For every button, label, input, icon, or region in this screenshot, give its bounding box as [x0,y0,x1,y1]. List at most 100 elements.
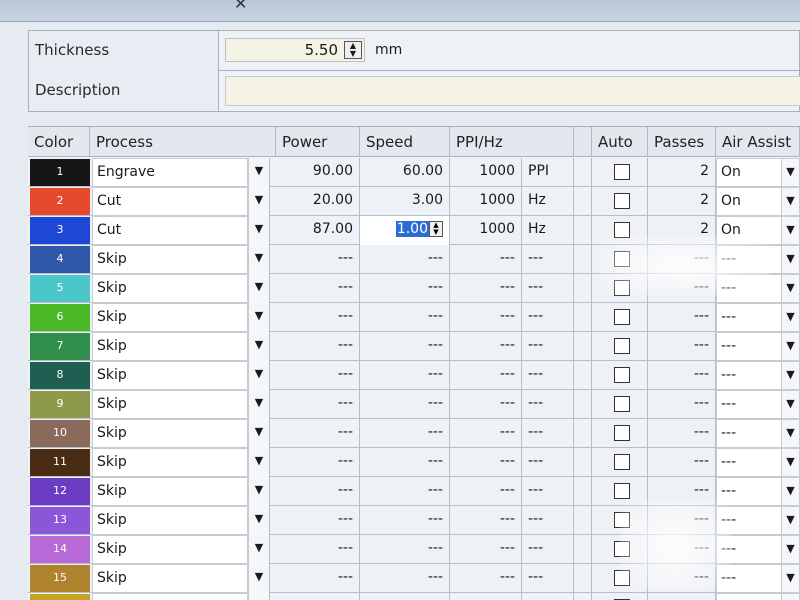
table-row[interactable]: 9 Skip ▼ --- --- --- --- --- --- ▼ [28,390,800,419]
process-select[interactable]: Skip [92,593,248,600]
passes-cell[interactable]: --- [648,419,716,448]
passes-cell[interactable]: --- [648,564,716,593]
layer-color-swatch[interactable]: 15 [30,565,90,592]
speed-cell[interactable]: 60.00 [360,158,450,187]
speed-cell[interactable]: 1.00 ▲ ▼ [360,216,450,245]
table-row[interactable]: 15 Skip ▼ --- --- --- --- --- --- ▼ [28,564,800,593]
thickness-spinner-icon[interactable]: ▲ ▼ [344,41,362,59]
passes-cell[interactable]: --- [648,448,716,477]
header-speed[interactable]: Speed [360,127,450,157]
auto-checkbox[interactable] [614,309,630,325]
chevron-down-icon[interactable]: ▼ [248,303,270,332]
chevron-down-icon[interactable]: ▼ [248,535,270,564]
power-cell[interactable]: 87.00 [276,216,360,245]
air-assist-select[interactable]: --- ▼ [716,448,800,477]
chevron-down-icon[interactable]: ▼ [248,158,270,187]
header-color[interactable]: Color [28,127,90,157]
air-assist-select[interactable]: On ▼ [716,216,800,245]
air-assist-select[interactable]: --- ▼ [716,361,800,390]
table-row[interactable]: 10 Skip ▼ --- --- --- --- --- --- ▼ [28,419,800,448]
thickness-input[interactable]: 5.50 ▲ ▼ [225,38,365,62]
chevron-down-icon[interactable]: ▼ [781,507,799,534]
table-row[interactable]: 1 Engrave ▼ 90.00 60.00 1000 PPI 2 On ▼ [28,158,800,187]
chevron-down-icon[interactable]: ▼ [248,390,270,419]
process-select[interactable]: Skip [92,564,248,593]
chevron-down-icon[interactable]: ▼ [781,391,799,418]
speed-edit-value[interactable]: 1.00 [395,221,429,237]
speed-cell[interactable]: --- [360,332,450,361]
passes-cell[interactable]: --- [648,593,716,600]
power-cell[interactable]: 90.00 [276,158,360,187]
speed-cell[interactable]: --- [360,506,450,535]
power-cell[interactable]: --- [276,274,360,303]
process-select[interactable]: Skip [92,448,248,477]
chevron-down-icon[interactable]: ▼ [248,216,270,245]
chevron-down-icon[interactable]: ▼ [248,245,270,274]
chevron-down-icon[interactable]: ▼ [248,593,270,600]
air-assist-select[interactable]: --- ▼ [716,535,800,564]
auto-checkbox[interactable] [614,541,630,557]
air-assist-select[interactable]: --- ▼ [716,274,800,303]
power-cell[interactable]: --- [276,564,360,593]
process-select[interactable]: Cut [92,187,248,216]
process-select[interactable]: Engrave [92,158,248,187]
process-select[interactable]: Skip [92,390,248,419]
power-cell[interactable]: --- [276,448,360,477]
description-input[interactable] [225,76,800,106]
table-row[interactable]: 13 Skip ▼ --- --- --- --- --- --- ▼ [28,506,800,535]
close-icon[interactable]: ✕ [234,0,247,13]
ppi-cell[interactable]: --- [450,361,522,390]
ppi-unit-cell[interactable]: --- [522,390,574,419]
power-cell[interactable]: --- [276,361,360,390]
header-air-assist[interactable]: Air Assist [716,127,800,157]
ppi-unit-cell[interactable]: --- [522,274,574,303]
power-cell[interactable]: 20.00 [276,187,360,216]
table-row[interactable]: 11 Skip ▼ --- --- --- --- --- --- ▼ [28,448,800,477]
ppi-unit-cell[interactable]: --- [522,506,574,535]
ppi-unit-cell[interactable]: --- [522,419,574,448]
table-row[interactable]: 14 Skip ▼ --- --- --- --- --- --- ▼ [28,535,800,564]
chevron-down-icon[interactable]: ▼ [781,536,799,563]
speed-cell[interactable]: --- [360,274,450,303]
header-ppi[interactable]: PPI/Hz [450,127,574,157]
process-select[interactable]: Skip [92,245,248,274]
passes-cell[interactable]: 2 [648,216,716,245]
chevron-down-icon[interactable]: ▼ [248,506,270,535]
power-cell[interactable]: --- [276,332,360,361]
chevron-down-icon[interactable]: ▼ [781,565,799,592]
chevron-down-icon[interactable]: ▼ [781,594,799,600]
layer-color-swatch[interactable]: 6 [30,304,90,331]
speed-cell[interactable]: --- [360,535,450,564]
chevron-down-icon[interactable]: ▼ [781,188,799,215]
process-select[interactable]: Skip [92,332,248,361]
passes-cell[interactable]: --- [648,303,716,332]
ppi-unit-cell[interactable]: Hz [522,216,574,245]
table-row[interactable]: 12 Skip ▼ --- --- --- --- --- --- ▼ [28,477,800,506]
air-assist-select[interactable]: --- ▼ [716,245,800,274]
process-select[interactable]: Skip [92,506,248,535]
auto-checkbox[interactable] [614,222,630,238]
layer-color-swatch[interactable]: 11 [30,449,90,476]
ppi-unit-cell[interactable]: Hz [522,187,574,216]
chevron-down-icon[interactable]: ▼ [781,420,799,447]
ppi-cell[interactable]: --- [450,593,522,600]
passes-cell[interactable]: --- [648,332,716,361]
auto-checkbox[interactable] [614,193,630,209]
ppi-cell[interactable]: --- [450,535,522,564]
ppi-unit-cell[interactable]: --- [522,332,574,361]
process-select[interactable]: Cut [92,216,248,245]
speed-cell[interactable]: --- [360,245,450,274]
process-select[interactable]: Skip [92,361,248,390]
auto-checkbox[interactable] [614,396,630,412]
air-assist-select[interactable]: On ▼ [716,158,800,187]
chevron-down-icon[interactable]: ▼ [248,187,270,216]
passes-cell[interactable]: --- [648,245,716,274]
speed-cell[interactable]: 3.00 [360,187,450,216]
auto-checkbox[interactable] [614,367,630,383]
layer-color-swatch[interactable]: 10 [30,420,90,447]
air-assist-select[interactable]: --- ▼ [716,390,800,419]
layer-color-swatch[interactable]: 13 [30,507,90,534]
ppi-cell[interactable]: 1000 [450,187,522,216]
ppi-cell[interactable]: --- [450,390,522,419]
passes-cell[interactable]: --- [648,274,716,303]
